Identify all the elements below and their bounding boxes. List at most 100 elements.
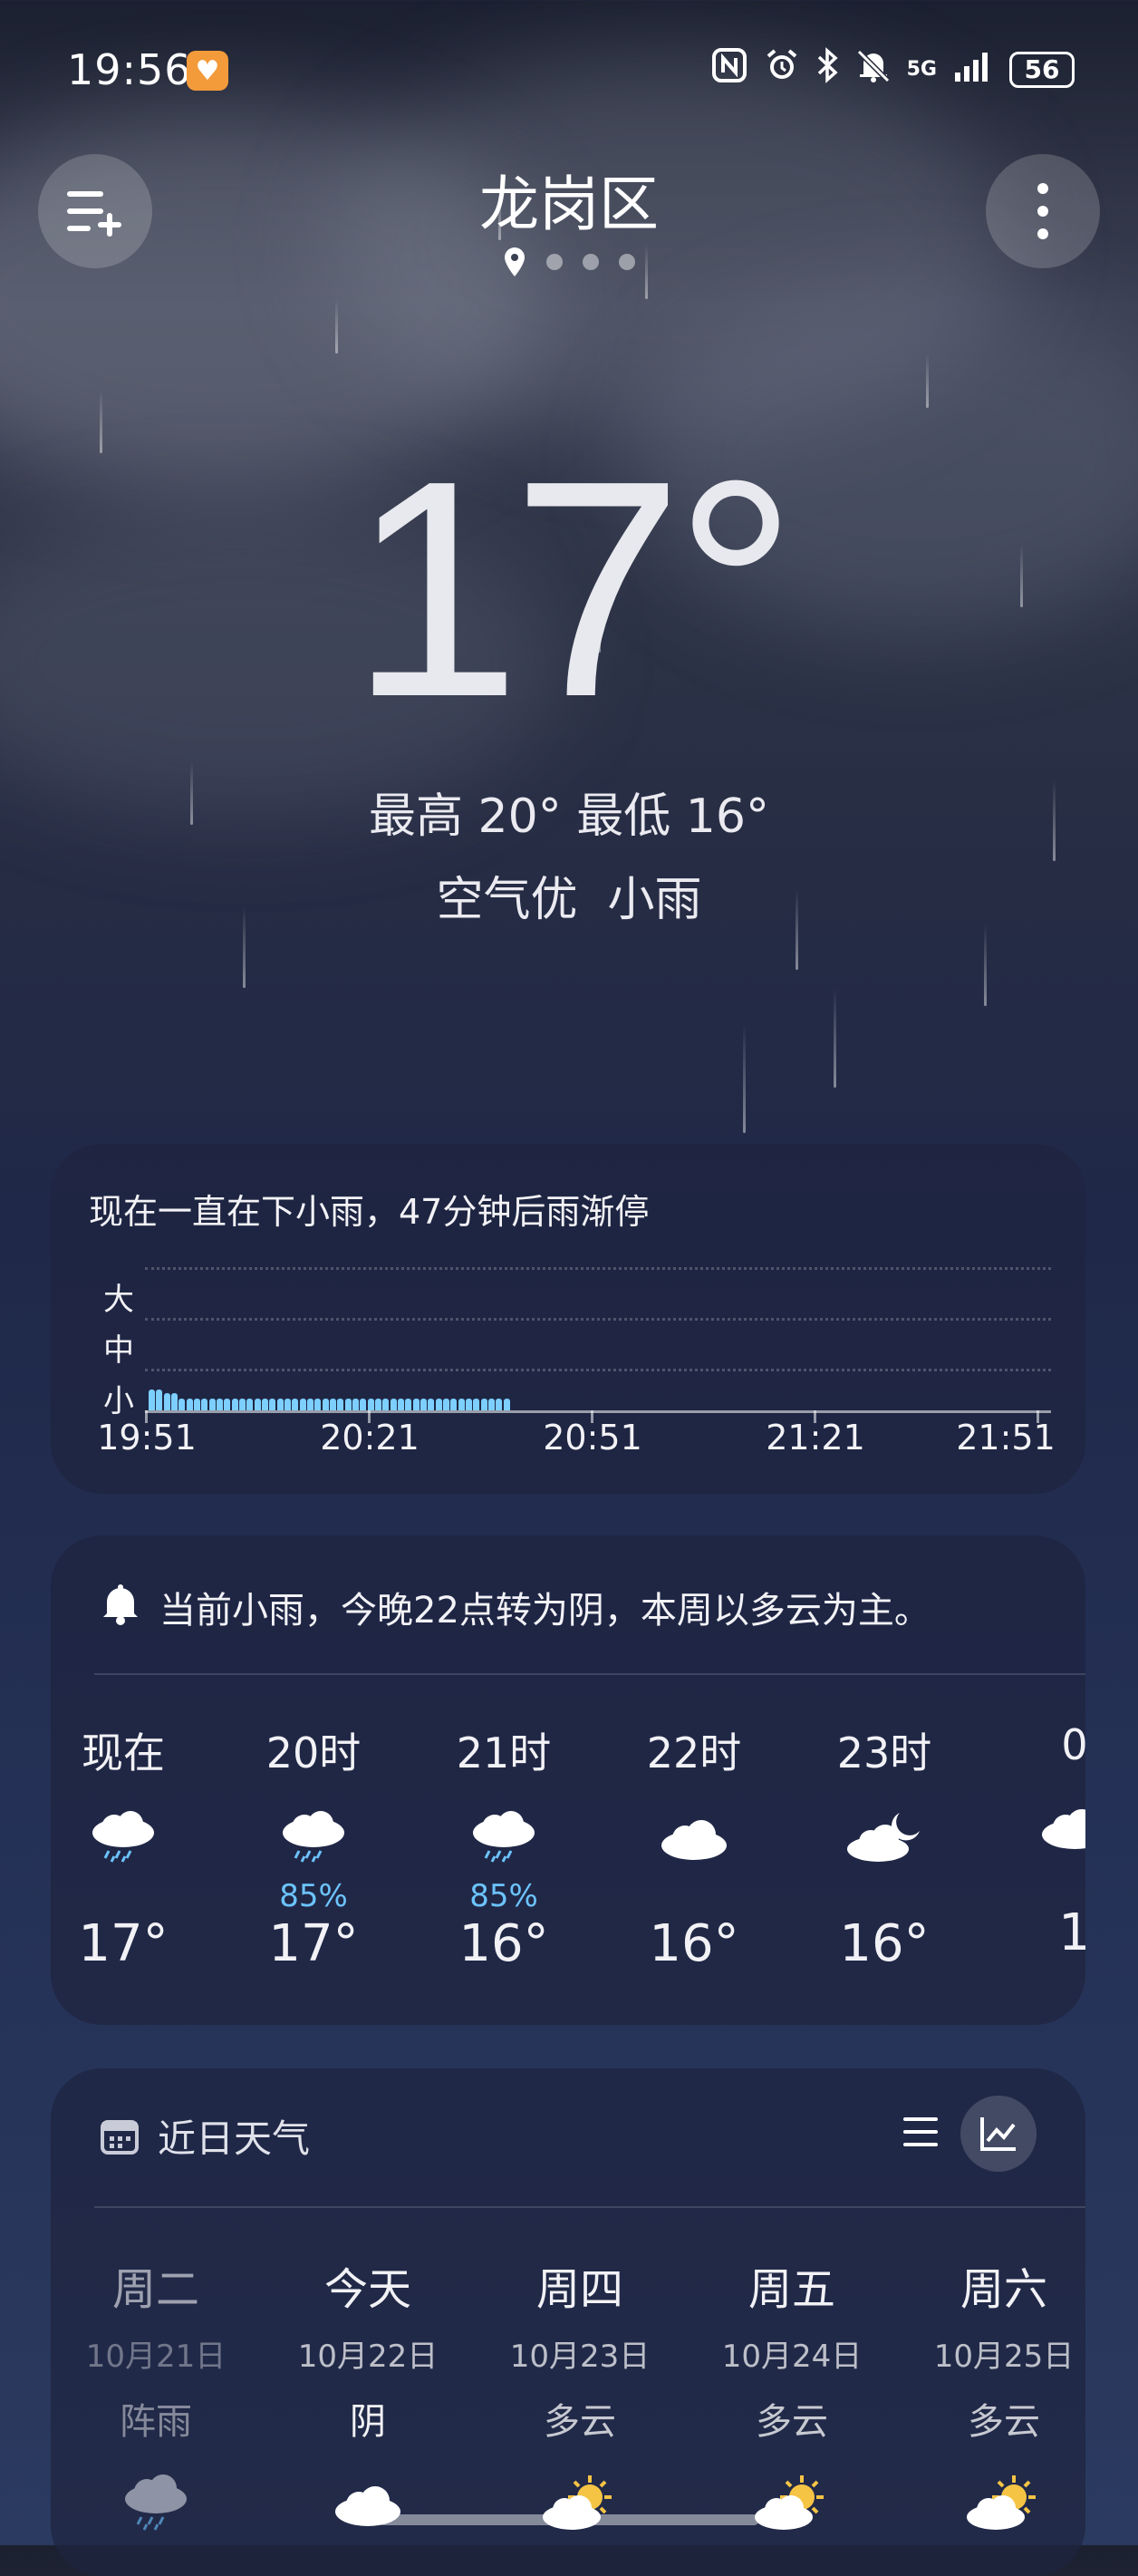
precip-bar — [156, 1389, 163, 1410]
x-axis — [145, 1410, 1051, 1413]
hour-label: 22时 — [646, 1729, 742, 1777]
x-tick-label: 20:21 — [320, 1418, 420, 1457]
location-pin-icon — [505, 247, 525, 276]
hour-temperature: 16° — [839, 1914, 930, 1973]
city-name[interactable]: 龙岗区 — [0, 156, 1138, 243]
precip-bar — [194, 1399, 200, 1410]
precip-bar — [276, 1399, 284, 1410]
precip-bar — [398, 1399, 404, 1410]
precip-probability: 85% — [279, 1878, 348, 1914]
page-dot — [546, 254, 563, 270]
status-time: 19:56 — [67, 45, 192, 94]
page-dot — [583, 254, 599, 270]
calendar-icon — [101, 2120, 139, 2155]
precip-bar — [239, 1399, 246, 1410]
precip-bar — [367, 1399, 374, 1410]
precip-bar — [171, 1392, 178, 1410]
sun-cloud-icon — [755, 2475, 824, 2530]
precip-bar — [480, 1399, 487, 1410]
precip-bar — [428, 1399, 435, 1410]
day-item[interactable]: 今天 10月22日 阴 — [277, 2253, 458, 2553]
day-item[interactable]: 周二 10月21日 阵雨 — [65, 2253, 246, 2553]
hour-item[interactable]: 现在 17° — [51, 1720, 196, 1973]
hour-item[interactable]: 22时 16° — [622, 1720, 767, 1973]
x-tick-label: 19:51 — [97, 1418, 197, 1457]
precip-probability: 85% — [469, 1878, 538, 1914]
precip-bar — [314, 1399, 322, 1410]
bell-icon — [103, 1584, 138, 1625]
high-low-temperature: 最高 20° 最低 16° — [369, 789, 769, 844]
day-date: 10月23日 — [509, 2339, 651, 2375]
day-item[interactable]: 周四 10月23日 多云 — [489, 2253, 670, 2553]
cloud-icon — [661, 1820, 727, 1860]
sun-cloud-icon — [543, 2475, 612, 2530]
precip-bar — [186, 1399, 193, 1410]
day-condition: 阵雨 — [120, 2401, 192, 2443]
precip-bar — [254, 1399, 261, 1410]
precip-probability — [812, 1878, 957, 1914]
network-type: 5G — [906, 57, 937, 81]
precip-bar — [496, 1399, 503, 1410]
day-date: 10月21日 — [85, 2339, 227, 2375]
status-bar: 19:56 ♥ 5G 56 — [0, 0, 1138, 127]
day-name: 周二 — [111, 2264, 199, 2315]
precip-bar — [284, 1399, 291, 1410]
day-condition: 多云 — [544, 2401, 616, 2443]
x-tick-label: 21:51 — [956, 1418, 1056, 1457]
hour-temperature: 1 — [1058, 1903, 1085, 1962]
precip-bar — [466, 1399, 472, 1410]
level-label-medium: 中 — [103, 1332, 134, 1369]
hourly-forecast-card[interactable]: 当前小雨，今晚22点转为阴，本周以多云为主。 现在 17° 20时 85% 17… — [51, 1535, 1085, 2025]
day-name: 周六 — [960, 2264, 1047, 2315]
precip-bar — [217, 1399, 223, 1410]
precip-bar — [375, 1399, 381, 1410]
day-condition: 多云 — [968, 2401, 1040, 2443]
precip-bar — [292, 1399, 299, 1410]
day-date: 10月24日 — [721, 2339, 863, 2375]
day-condition: 阴 — [350, 2401, 386, 2443]
hour-label: 0 — [1061, 1720, 1085, 1769]
precip-bar — [299, 1399, 306, 1410]
hour-item[interactable]: 23时 16° — [812, 1720, 957, 1973]
day-item[interactable]: 周六 10月25日 多云 — [913, 2253, 1085, 2553]
rain-cloud-icon — [92, 1811, 154, 1863]
precip-bar — [178, 1399, 186, 1410]
mute-bell-icon — [856, 47, 891, 92]
precip-probability — [622, 1878, 767, 1914]
precip-bar — [473, 1399, 480, 1410]
day-item[interactable]: 周五 10月24日 多云 — [701, 2253, 882, 2553]
grid-line — [145, 1318, 1051, 1321]
bluetooth-icon — [816, 47, 840, 92]
cloud-moon-icon — [847, 1813, 920, 1862]
alarm-icon — [764, 47, 800, 92]
daily-forecast-card[interactable]: 近日天气 周二 10月21日 阵雨 今天 10月22日 阴 周四 10月23日 … — [51, 2068, 1085, 2576]
precip-bar — [231, 1399, 238, 1410]
grid-line — [145, 1267, 1051, 1270]
x-tick-label: 20:51 — [543, 1418, 642, 1457]
hour-item[interactable]: 20时 85% 17° — [241, 1720, 386, 1973]
precip-bar — [201, 1399, 208, 1410]
precip-bar — [330, 1399, 336, 1410]
precipitation-summary: 现在一直在下小雨，47分钟后雨渐停 — [89, 1192, 650, 1232]
precipitation-card[interactable]: 现在一直在下小雨，47分钟后雨渐停 大 中 小 19:51 20:21 20:5… — [51, 1144, 1085, 1494]
cloud-icon — [335, 2486, 400, 2526]
hour-label: 21时 — [456, 1729, 552, 1777]
hour-label: 23时 — [836, 1729, 932, 1777]
hour-temperature: 17° — [78, 1914, 169, 1973]
hour-item[interactable]: 21时 85% 16° — [431, 1720, 576, 1973]
precip-bar — [246, 1399, 254, 1410]
day-condition: 多云 — [756, 2401, 828, 2443]
chart-view-button[interactable] — [960, 2096, 1037, 2172]
day-name: 今天 — [323, 2264, 411, 2315]
hour-item[interactable]: 0 1 — [1002, 1720, 1085, 1962]
precip-bar — [208, 1399, 216, 1410]
list-view-button[interactable] — [884, 2096, 957, 2168]
precip-bar — [488, 1399, 495, 1410]
home-indicator[interactable] — [379, 2514, 759, 2525]
air-quality-condition: 空气优 小雨 — [436, 873, 702, 927]
app-notification-icon: ♥ — [187, 51, 228, 91]
current-temperature: 17° — [349, 417, 797, 761]
divider — [94, 2206, 1085, 2208]
precip-bar — [344, 1399, 352, 1410]
precip-bar — [443, 1399, 449, 1410]
